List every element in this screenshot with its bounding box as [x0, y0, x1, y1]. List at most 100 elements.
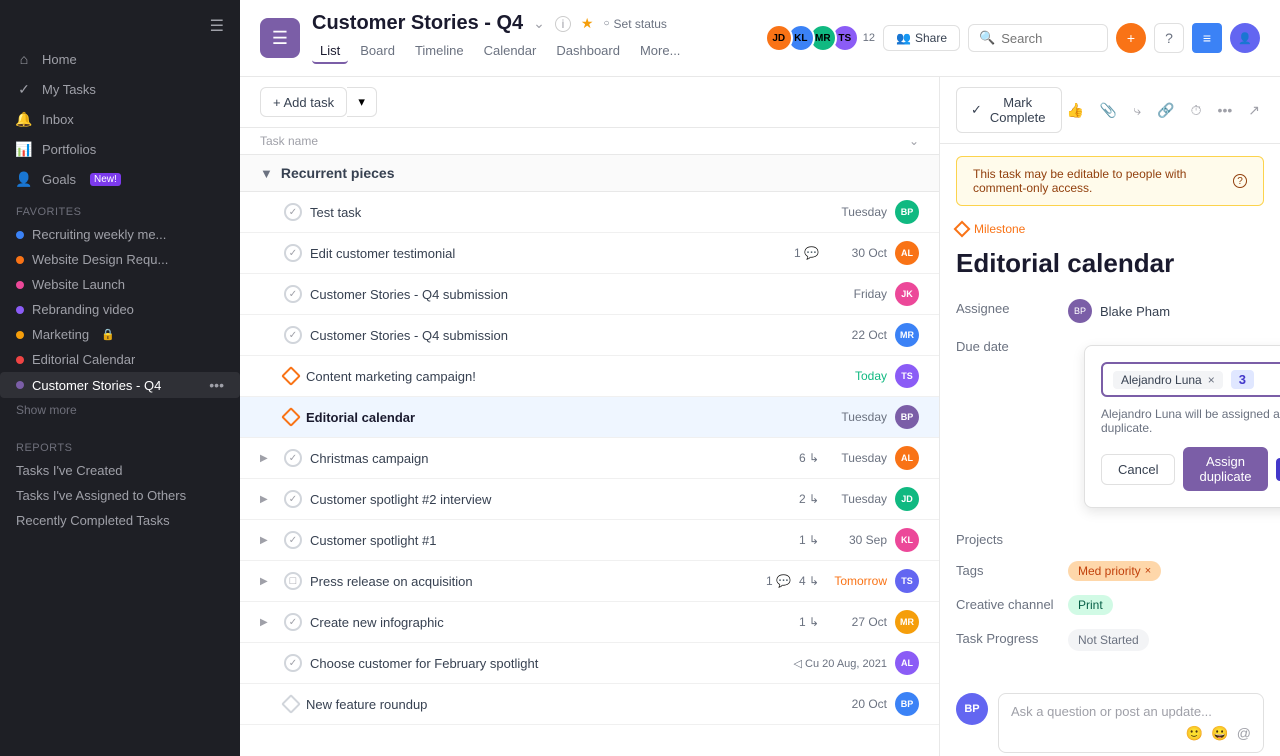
table-row[interactable]: ▶ ✓ Create new infographic 1 ↳ 27 Oct MR — [240, 602, 939, 643]
table-row[interactable]: New feature roundup 20 Oct BP — [240, 684, 939, 725]
table-row[interactable]: ▶ ✓ Customer spotlight #1 1 ↳ 30 Sep KL — [240, 520, 939, 561]
table-row[interactable]: ✓ Customer Stories - Q4 submission Frida… — [240, 274, 939, 315]
sidebar-item-marketing[interactable]: Marketing 🔒 — [0, 322, 240, 347]
sidebar-item-tasks-assigned[interactable]: Tasks I've Assigned to Others — [0, 483, 240, 508]
task-check[interactable]: ✓ — [284, 490, 302, 508]
sidebar-item-customer-stories-q4[interactable]: Customer Stories - Q4 ••• — [0, 372, 240, 398]
sidebar-item-tasks-created[interactable]: Tasks I've Created — [0, 458, 240, 483]
table-row[interactable]: ▶ □ Press release on acquisition 1 💬 4 ↳… — [240, 561, 939, 602]
tab-dashboard[interactable]: Dashboard — [548, 39, 628, 64]
star-icon[interactable]: ★ — [579, 13, 596, 34]
task-check[interactable]: ✓ — [284, 326, 302, 344]
sidebar-item-portfolios[interactable]: 📊 Portfolios — [0, 134, 240, 164]
sidebar-item-inbox[interactable]: 🔔 Inbox — [0, 104, 240, 134]
sidebar-item-website-design[interactable]: Website Design Requ... — [0, 247, 240, 272]
expand-icon[interactable]: ▶ — [260, 617, 276, 628]
task-diamond[interactable] — [281, 407, 301, 427]
table-row[interactable]: Editorial calendar Tuesday BP — [240, 397, 939, 438]
add-button[interactable]: + — [1116, 23, 1146, 53]
tab-list[interactable]: List — [312, 39, 348, 64]
expand-icon[interactable]: ▶ — [260, 453, 276, 464]
at-icon[interactable]: @ — [1237, 725, 1251, 742]
task-check[interactable]: ✓ — [284, 613, 302, 631]
tab-timeline[interactable]: Timeline — [407, 39, 472, 64]
task-name: Choose customer for February spotlight — [310, 656, 786, 671]
set-status-btn[interactable]: ○ Set status — [603, 17, 666, 31]
task-check[interactable]: ✓ — [284, 654, 302, 672]
task-date: Tuesday — [827, 205, 887, 219]
expand-icon[interactable]: ▶ — [260, 494, 276, 505]
sidebar-item-recently-completed[interactable]: Recently Completed Tasks — [0, 508, 240, 533]
favorites-section-title: Favorites — [0, 194, 240, 222]
cancel-button[interactable]: Cancel — [1101, 454, 1175, 485]
view-toggle-button[interactable]: ≡ — [1192, 23, 1222, 53]
table-row[interactable]: ✓ Test task Tuesday BP — [240, 192, 939, 233]
expand-icon[interactable]: ▶ — [260, 576, 276, 587]
mark-complete-button[interactable]: ✓ Mark Complete — [956, 87, 1062, 133]
thumbs-up-icon[interactable]: 👍 — [1062, 98, 1087, 123]
sidebar-item-recruiting[interactable]: Recruiting weekly me... — [0, 222, 240, 247]
task-check[interactable]: ✓ — [284, 285, 302, 303]
help-button[interactable]: ? — [1154, 23, 1184, 53]
sidebar-item-my-tasks[interactable]: ✓ My Tasks — [0, 74, 240, 104]
table-row[interactable]: Content marketing campaign! Today TS — [240, 356, 939, 397]
emoji2-icon[interactable]: 😀 — [1211, 725, 1228, 742]
section-toggle[interactable]: ▼ — [260, 166, 273, 181]
more-icon[interactable]: ••• — [1214, 98, 1237, 122]
home-icon: ⌂ — [16, 51, 32, 67]
share-button[interactable]: 👥 Share — [883, 25, 960, 51]
task-check[interactable]: ✓ — [284, 449, 302, 467]
sidebar-item-goals[interactable]: 👤 Goals New! — [0, 164, 240, 194]
assignee-avatar: BP — [1068, 299, 1092, 323]
tab-board[interactable]: Board — [352, 39, 403, 64]
notice-help-icon[interactable]: ? — [1233, 174, 1247, 188]
dots-icon[interactable]: ••• — [209, 377, 224, 393]
user-avatar[interactable]: 👤 — [1230, 23, 1260, 53]
sidebar-item-home[interactable]: ⌂ Home — [0, 44, 240, 74]
assignee-value[interactable]: BP Blake Pham — [1068, 299, 1264, 323]
chevron-down-icon[interactable]: ⌄ — [531, 13, 547, 34]
table-row[interactable]: ▶ ✓ Christmas campaign 6 ↳ Tuesday AL — [240, 438, 939, 479]
expand-icon[interactable]: ▶ — [260, 535, 276, 546]
task-diamond[interactable] — [281, 694, 301, 714]
tab-more[interactable]: More... — [632, 39, 688, 64]
task-check[interactable]: ✓ — [284, 244, 302, 262]
fav-dot — [16, 306, 24, 314]
task-diamond[interactable] — [281, 366, 301, 386]
task-icon[interactable]: □ — [284, 572, 302, 590]
sort-icon[interactable]: ⌄ — [909, 134, 919, 148]
due-date-value: Alejandro Luna × 3 Alejandro Luna will b… — [1068, 337, 1280, 516]
link-icon[interactable]: 🔗 — [1153, 98, 1178, 123]
fav-dot — [16, 281, 24, 289]
paperclip-icon[interactable]: 📎 — [1096, 98, 1121, 123]
show-more-link[interactable]: Show more — [0, 398, 240, 422]
comment-input-box[interactable]: Ask a question or post an update... 🙂 😀 … — [998, 693, 1264, 753]
remove-tag-button[interactable]: × — [1145, 565, 1151, 577]
table-row[interactable]: ✓ Choose customer for February spotlight… — [240, 643, 939, 684]
diamond-icon — [954, 221, 971, 238]
search-input[interactable] — [1001, 31, 1097, 46]
remove-assignee-button[interactable]: × — [1208, 373, 1215, 387]
assign-duplicate-button[interactable]: Assign duplicate — [1183, 447, 1267, 491]
table-row[interactable]: ✓ Customer Stories - Q4 submission 22 Oc… — [240, 315, 939, 356]
add-task-button[interactable]: + Add task — [260, 87, 347, 117]
task-check[interactable]: ✓ — [284, 531, 302, 549]
sidebar-item-rebranding[interactable]: Rebranding video — [0, 297, 240, 322]
task-date: 30 Sep — [827, 533, 887, 547]
table-row[interactable]: ▶ ✓ Customer spotlight #2 interview 2 ↳ … — [240, 479, 939, 520]
tab-calendar[interactable]: Calendar — [476, 39, 545, 64]
add-task-dropdown[interactable]: ▾ — [347, 87, 377, 117]
task-name: Customer Stories - Q4 submission — [310, 328, 819, 343]
sidebar-item-website-launch[interactable]: Website Launch — [0, 272, 240, 297]
table-row[interactable]: ✓ Edit customer testimonial 1 💬 30 Oct A… — [240, 233, 939, 274]
check-icon: ✓ — [971, 102, 982, 118]
info-icon[interactable]: i — [555, 16, 571, 32]
sidebar-toggle-icon[interactable]: ☰ — [210, 16, 224, 36]
clock-icon[interactable]: ⏱ — [1187, 98, 1206, 123]
task-check[interactable]: ✓ — [284, 203, 302, 221]
share-task-icon[interactable]: ⤷ — [1129, 98, 1145, 123]
expand-panel-icon[interactable]: ↗ — [1244, 98, 1264, 123]
emoji-icon[interactable]: 🙂 — [1186, 725, 1203, 742]
sidebar-item-editorial-calendar[interactable]: Editorial Calendar — [0, 347, 240, 372]
search-box[interactable]: 🔍 — [968, 24, 1108, 52]
